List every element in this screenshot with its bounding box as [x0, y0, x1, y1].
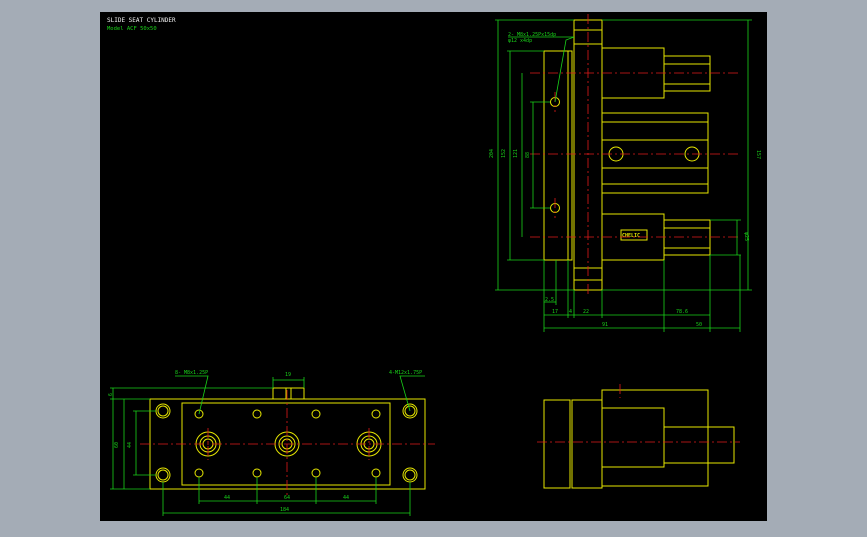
dim-total-height: 157	[755, 150, 761, 159]
drawing-canvas: SLIDE SEAT CYLINDER Model ACF 50x50 CHEL…	[100, 12, 767, 521]
dim-front-6: 6	[108, 393, 114, 396]
side-spotface-callout: φ12 x4dp	[508, 38, 532, 44]
dim-small-offset: 2.5	[545, 297, 554, 303]
dim-height-204: 204	[489, 149, 495, 158]
dim-height-152: 152	[501, 149, 507, 158]
front-thread-callout-left: 8- M8x1.25P	[175, 370, 208, 376]
dim-rod-diameter: φ25	[743, 232, 749, 241]
dim-bottom-22: 22	[583, 309, 589, 315]
dim-front-overall: 184	[280, 507, 289, 513]
dim-tab-width: 19	[285, 372, 291, 378]
cad-viewport: SLIDE SEAT CYLINDER Model ACF 50x50 CHEL…	[0, 0, 867, 533]
dim-bottom-78: 78.6	[676, 309, 688, 315]
dim-bottom-17: 17	[552, 309, 558, 315]
dim-height-121: 121	[513, 149, 519, 158]
front-thread-callout-right: 4-M12x1.75P	[389, 370, 422, 376]
dim-front-bottom-3: 44	[343, 495, 349, 501]
dim-height-88: 88	[525, 152, 531, 158]
dim-front-44: 44	[127, 442, 133, 448]
dim-front-bottom-2: 64	[284, 495, 290, 501]
dim-bottom-4: 4	[569, 309, 572, 315]
dim-bottom-50: 50	[696, 322, 702, 328]
brand-label: CHELIC	[622, 233, 640, 239]
drawing-title: SLIDE SEAT CYLINDER	[107, 17, 176, 24]
dim-bottom-91: 91	[602, 322, 608, 328]
dim-front-60: 60	[114, 442, 120, 448]
dim-front-bottom-1: 44	[224, 495, 230, 501]
drawing-model: Model ACF 50x50	[107, 26, 157, 32]
